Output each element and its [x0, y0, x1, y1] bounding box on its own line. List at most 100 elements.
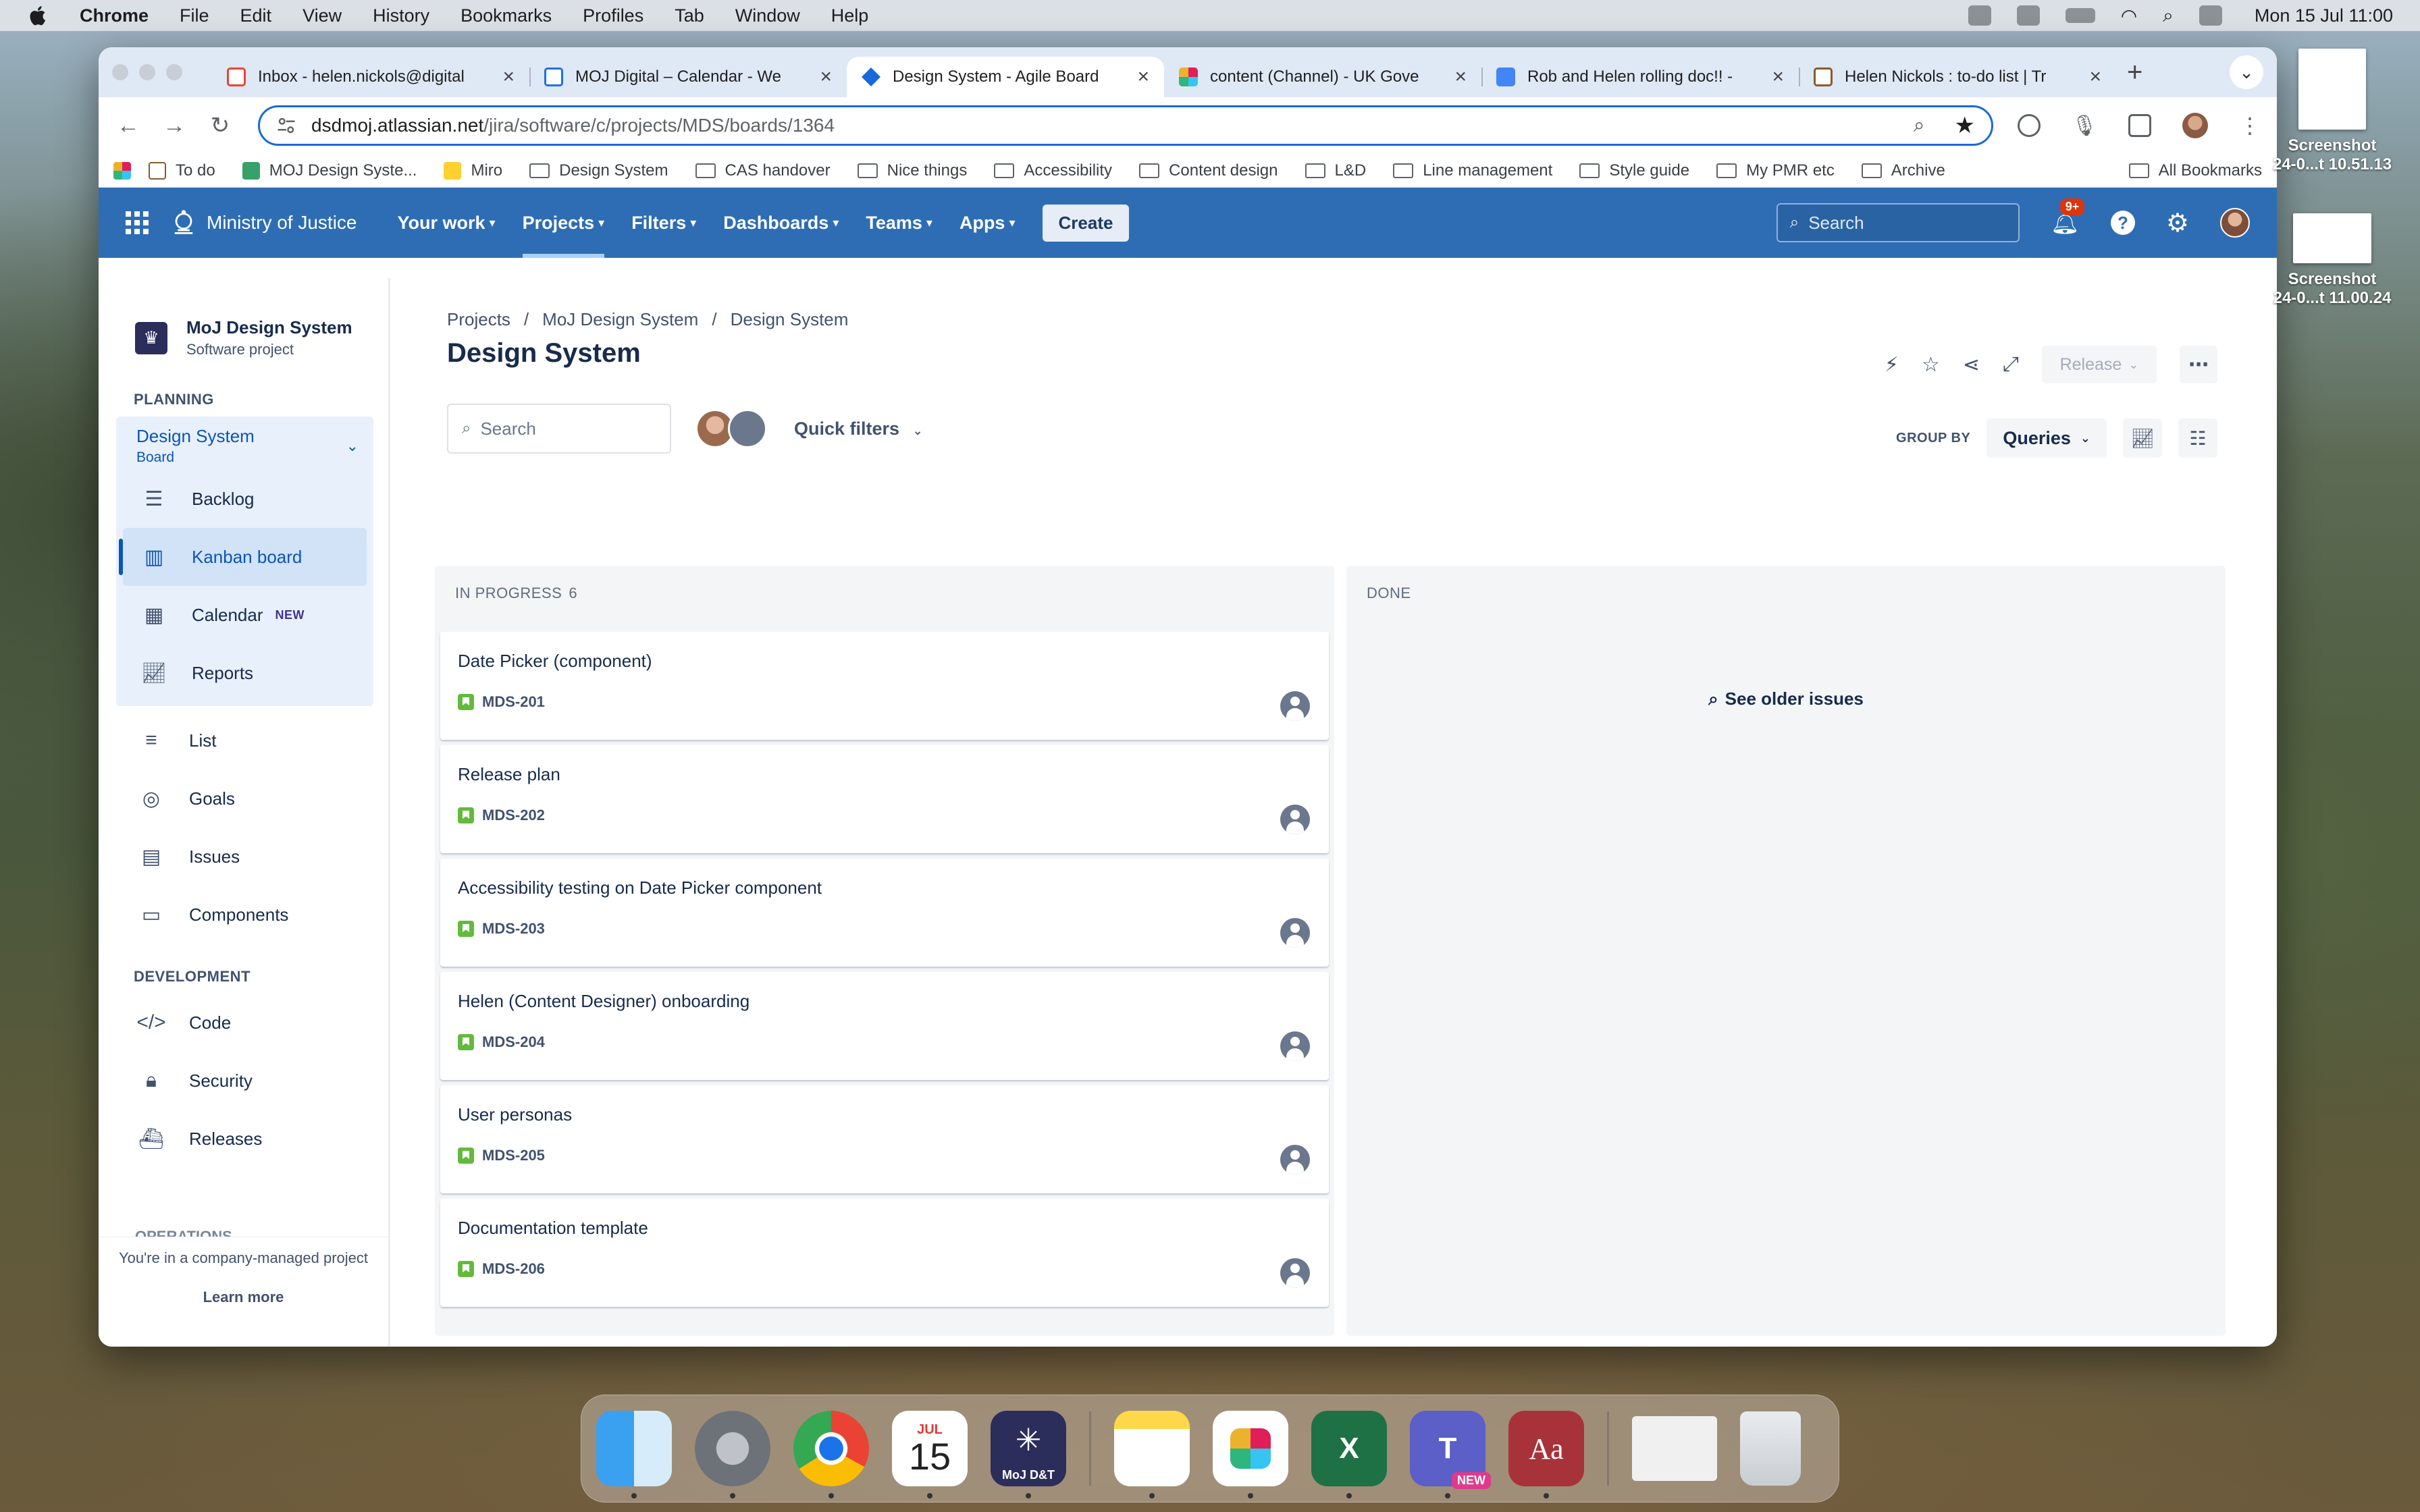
breadcrumb-board[interactable]: Design System — [731, 309, 849, 330]
view-settings-icon[interactable]: ☷ — [2178, 418, 2217, 458]
see-older-issues-link[interactable]: ⌕ See older issues — [1346, 688, 2226, 710]
bookmark-folder-content-design[interactable]: Content design — [1139, 161, 1278, 180]
chrome-icon[interactable] — [793, 1411, 869, 1498]
bookmark-folder-archive[interactable]: Archive — [1861, 161, 1945, 180]
sidebar-item-code[interactable]: </> Code — [113, 994, 373, 1052]
board-selector[interactable]: Design System Board ⌄ — [116, 416, 373, 470]
forward-arrow-icon[interactable]: → — [159, 113, 189, 139]
quick-filters-dropdown[interactable]: Quick filters ⌄ — [794, 418, 923, 439]
finder-icon[interactable] — [596, 1411, 672, 1498]
more-actions-button[interactable]: ⋯ — [2180, 346, 2217, 383]
fullscreen-icon[interactable]: ⤢ — [2003, 353, 2019, 376]
issue-key[interactable]: MDS-204 — [482, 1033, 545, 1051]
sidebar-item-releases[interactable]: ⛴ Releases — [113, 1110, 373, 1168]
battery-icon[interactable] — [2065, 8, 2095, 23]
create-button[interactable]: Create — [1042, 204, 1130, 242]
all-bookmarks-button[interactable]: All Bookmarks — [2128, 161, 2262, 180]
tab-search-button[interactable]: ⌄ — [2230, 55, 2263, 89]
close-window-button[interactable] — [112, 64, 128, 80]
sidebar-item-kanban-board[interactable]: ▥ Kanban board — [119, 528, 367, 586]
close-tab-icon[interactable]: × — [1772, 65, 1784, 88]
issue-key[interactable]: MDS-203 — [482, 920, 545, 938]
sidebar-item-goals[interactable]: ◎ Goals — [113, 770, 373, 828]
bookmark-folder-accessibility[interactable]: Accessibility — [994, 161, 1112, 180]
share-icon[interactable]: ⋖ — [1963, 353, 1980, 377]
control-center-icon[interactable] — [2199, 5, 2222, 26]
spotlight-icon[interactable]: ⌕ — [2163, 5, 2174, 27]
menu-history[interactable]: History — [373, 5, 429, 26]
bookmark-folder-l-and-d[interactable]: L&D — [1305, 161, 1366, 180]
slack-bookmark-icon[interactable] — [113, 161, 131, 180]
creative-cloud-icon[interactable] — [1968, 5, 1991, 26]
desktop-file-screenshot-1[interactable]: Screenshot 24-0...t 10.51.13 — [2265, 49, 2400, 174]
sidebar-item-components[interactable]: ▭ Components — [113, 886, 373, 944]
moj-logo[interactable]: Ministry of Justice — [169, 208, 357, 238]
close-tab-icon[interactable]: × — [1454, 65, 1467, 88]
tab-gmail[interactable]: Inbox - helen.nickols@digital × — [212, 57, 529, 97]
project-header[interactable]: ♛ MoJ Design System Software project — [113, 317, 373, 358]
menu-profiles[interactable]: Profiles — [583, 5, 643, 26]
star-icon[interactable]: ☆ — [1922, 353, 1940, 377]
sidebar-item-backlog[interactable]: ☰ Backlog — [116, 470, 373, 528]
assignee-avatar-unassigned[interactable] — [728, 409, 767, 448]
menubar-clock[interactable]: Mon 15 Jul 11:00 — [2255, 5, 2393, 26]
tab-calendar[interactable]: MOJ Digital – Calendar - We × — [529, 57, 847, 97]
notifications-button[interactable]: 🔔︎ 9+ — [2051, 198, 2085, 236]
app-switcher-icon[interactable] — [126, 211, 149, 234]
bookmark-moj-design-system[interactable]: MOJ Design Syste... — [242, 161, 417, 180]
slack-icon[interactable] — [1213, 1411, 1288, 1498]
issue-key[interactable]: MDS-205 — [482, 1147, 545, 1164]
chrome-menu-icon[interactable]: ⋮ — [2239, 113, 2261, 138]
nav-teams[interactable]: Teams ▾ — [866, 188, 932, 258]
unassigned-avatar-icon[interactable] — [1280, 1258, 1310, 1288]
vpn-icon[interactable] — [2016, 5, 2040, 26]
minimize-window-button[interactable] — [139, 64, 155, 80]
nav-dashboards[interactable]: Dashboards ▾ — [723, 188, 839, 258]
learn-more-link[interactable]: Learn more — [99, 1289, 388, 1306]
sidebar-item-calendar[interactable]: ▦ Calendar NEW — [116, 586, 373, 644]
close-tab-icon[interactable]: × — [1137, 65, 1149, 88]
breadcrumb-project[interactable]: MoJ Design System — [542, 309, 698, 330]
bookmark-folder-cas-handover[interactable]: CAS handover — [695, 161, 831, 180]
password-manager-icon[interactable] — [2018, 114, 2041, 137]
unassigned-avatar-icon[interactable] — [1280, 691, 1310, 721]
issue-card[interactable]: User personas MDS-205 — [440, 1085, 1329, 1193]
wifi-icon[interactable]: ◠ — [2121, 5, 2137, 27]
extensions-icon[interactable] — [2128, 114, 2152, 137]
issue-card[interactable]: Documentation template MDS-206 — [440, 1199, 1329, 1307]
menu-window[interactable]: Window — [735, 5, 800, 26]
menu-edit[interactable]: Edit — [240, 5, 272, 26]
teams-icon[interactable]: T NEW — [1410, 1411, 1491, 1498]
unassigned-avatar-icon[interactable] — [1280, 805, 1310, 834]
menu-tab[interactable]: Tab — [675, 5, 704, 26]
sidebar-item-security[interactable]: 🔒︎ Security — [113, 1052, 373, 1110]
unassigned-avatar-icon[interactable] — [1280, 1031, 1310, 1061]
nav-filters[interactable]: Filters ▾ — [631, 188, 696, 258]
bookmark-folder-line-management[interactable]: Line management — [1393, 161, 1552, 180]
microphone-icon[interactable]: 🎙 — [2072, 114, 2097, 138]
sidebar-item-reports[interactable]: 📈︎ Reports — [116, 644, 373, 702]
tab-trello[interactable]: Helen Nickols : to-do list | Tr × — [1799, 57, 2116, 97]
apple-icon[interactable] — [27, 4, 47, 27]
bookmark-star-icon[interactable]: ★ — [1955, 112, 1975, 139]
issue-key[interactable]: MDS-202 — [482, 807, 545, 824]
reload-icon[interactable]: ↻ — [205, 112, 235, 139]
board-search-input[interactable]: ⌕ Search — [447, 404, 671, 454]
release-button[interactable]: Release ⌄ — [2042, 346, 2157, 383]
system-settings-icon[interactable] — [695, 1411, 770, 1498]
group-by-select[interactable]: Queries ⌄ — [1987, 418, 2107, 458]
trash-icon[interactable] — [1740, 1411, 1801, 1486]
moj-dt-icon[interactable]: ✳ MoJ D&T — [991, 1411, 1066, 1498]
address-bar[interactable]: dsdmoj.atlassian.net/jira/software/c/pro… — [258, 105, 1993, 146]
new-tab-button[interactable]: + — [2127, 57, 2142, 88]
dictionary-icon[interactable]: Aa — [1508, 1411, 1584, 1498]
sidebar-item-list[interactable]: ≡ List — [113, 711, 373, 770]
tab-slack[interactable]: content (Channel) - UK Gove × — [1164, 57, 1481, 97]
tab-google-doc[interactable]: Rob and Helen rolling doc!! - × — [1481, 57, 1799, 97]
bookmark-folder-design-system[interactable]: Design System — [529, 161, 668, 180]
close-tab-icon[interactable]: × — [820, 65, 832, 88]
unassigned-avatar-icon[interactable] — [1280, 1145, 1310, 1174]
bookmark-folder-style-guide[interactable]: Style guide — [1579, 161, 1689, 180]
bookmark-to-do[interactable]: To do — [149, 161, 215, 180]
nav-projects[interactable]: Projects ▾ — [522, 188, 604, 258]
